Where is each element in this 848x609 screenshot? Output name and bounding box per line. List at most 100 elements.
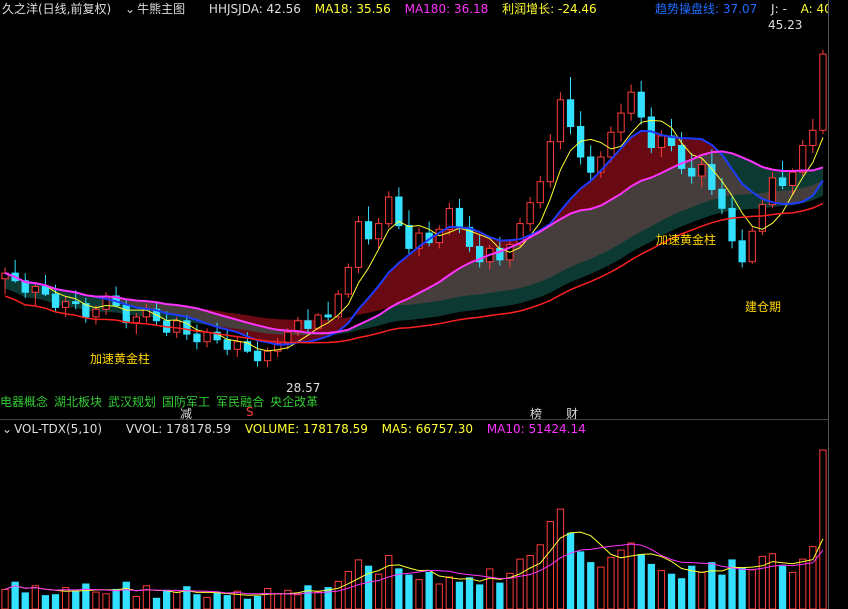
concept-tag[interactable]: 军民融合	[216, 395, 264, 409]
candle[interactable]	[627, 91, 635, 114]
volume-bar[interactable]	[688, 565, 696, 609]
candle[interactable]	[799, 145, 807, 173]
volume-chart[interactable]	[0, 434, 828, 609]
volume-bar[interactable]	[405, 574, 413, 609]
volume-bar[interactable]	[637, 554, 645, 609]
candle[interactable]	[637, 91, 645, 118]
volume-bar[interactable]	[102, 593, 110, 609]
volume-bar[interactable]	[385, 555, 393, 609]
candle[interactable]	[738, 240, 746, 263]
volume-bar[interactable]	[435, 583, 443, 609]
volume-bar[interactable]	[667, 573, 676, 609]
volume-bar[interactable]	[163, 589, 171, 609]
candle[interactable]	[546, 141, 555, 183]
volume-bar[interactable]	[748, 569, 756, 609]
volume-bar[interactable]	[183, 586, 191, 609]
candle[interactable]	[728, 207, 736, 242]
volume-bar[interactable]	[657, 570, 666, 609]
candle[interactable]	[193, 333, 201, 343]
volume-bar[interactable]	[41, 595, 50, 609]
volume-bar[interactable]	[203, 596, 211, 609]
candle[interactable]	[203, 331, 211, 343]
volume-bar[interactable]	[778, 565, 787, 609]
candle[interactable]	[566, 99, 575, 128]
volume-bar[interactable]	[476, 584, 484, 609]
candle[interactable]	[264, 350, 272, 362]
candle[interactable]	[556, 99, 565, 143]
candle[interactable]	[72, 301, 80, 305]
volume-bar[interactable]	[82, 583, 90, 609]
volume-bar[interactable]	[678, 578, 686, 609]
candle[interactable]	[748, 230, 756, 263]
volume-bar[interactable]	[465, 577, 474, 609]
volume-bar[interactable]	[577, 551, 585, 609]
volume-bar[interactable]	[223, 595, 231, 609]
volume-bar[interactable]	[213, 592, 221, 609]
concept-tag[interactable]: 湖北板块	[54, 395, 102, 409]
volume-bar[interactable]	[758, 555, 767, 609]
candle[interactable]	[607, 131, 615, 158]
candle[interactable]	[809, 129, 817, 147]
volume-bar[interactable]	[31, 585, 40, 609]
volume-bar[interactable]	[526, 555, 534, 609]
volume-bar[interactable]	[294, 594, 302, 609]
volume-bar[interactable]	[566, 532, 575, 609]
volume-bar[interactable]	[607, 556, 615, 609]
volume-bar[interactable]	[445, 576, 454, 609]
candle[interactable]	[41, 286, 50, 295]
volume-bar[interactable]	[334, 580, 342, 609]
candle[interactable]	[617, 112, 625, 133]
candle[interactable]	[536, 181, 544, 204]
candle[interactable]	[778, 177, 787, 186]
volume-bar[interactable]	[152, 597, 161, 609]
volume-bar[interactable]	[516, 558, 524, 609]
indicator-selector[interactable]: ⌄ 牛熊主图	[125, 2, 199, 16]
volume-bar[interactable]	[789, 571, 797, 609]
volume-bar[interactable]	[51, 594, 60, 609]
candle[interactable]	[233, 341, 241, 350]
candle[interactable]	[51, 293, 60, 308]
volume-bar[interactable]	[21, 592, 29, 609]
volume-bar[interactable]	[597, 566, 605, 609]
volume-bar[interactable]	[718, 574, 726, 609]
volume-bar[interactable]	[344, 571, 353, 609]
candle[interactable]	[758, 204, 767, 232]
candle[interactable]	[819, 53, 827, 131]
candle[interactable]	[587, 156, 595, 173]
volume-bar[interactable]	[627, 542, 635, 609]
concept-tag[interactable]: 央企改革	[270, 395, 318, 409]
volume-bar[interactable]	[455, 581, 464, 609]
candle[interactable]	[304, 320, 312, 329]
volume-bar[interactable]	[112, 588, 120, 609]
volume-bar[interactable]	[486, 568, 494, 609]
volume-bar[interactable]	[647, 563, 656, 609]
concept-tag[interactable]: 国防军工	[162, 395, 210, 409]
candle[interactable]	[354, 221, 363, 268]
volume-bar[interactable]	[314, 591, 322, 609]
volume-bar[interactable]	[122, 581, 130, 609]
concept-tag[interactable]: 武汉规划	[108, 395, 156, 409]
volume-bar[interactable]	[617, 549, 625, 609]
candle[interactable]	[718, 188, 726, 209]
candle[interactable]	[789, 171, 797, 186]
candle[interactable]	[364, 221, 373, 240]
volume-bar[interactable]	[819, 449, 827, 609]
candle[interactable]	[698, 164, 706, 177]
candle[interactable]	[223, 339, 231, 350]
candle[interactable]	[92, 308, 100, 318]
volume-bar[interactable]	[496, 582, 504, 609]
volume-bar[interactable]	[193, 594, 201, 609]
volume-bar[interactable]	[92, 591, 100, 609]
candle[interactable]	[173, 320, 181, 333]
volume-bar[interactable]	[415, 579, 423, 609]
volume-bar[interactable]	[253, 596, 262, 609]
volume-bar[interactable]	[536, 544, 544, 609]
candle[interactable]	[344, 266, 353, 295]
volume-bar[interactable]	[264, 588, 272, 609]
candle[interactable]	[62, 301, 70, 308]
volume-bar[interactable]	[1, 588, 9, 609]
candle[interactable]	[385, 196, 393, 225]
volume-bar[interactable]	[799, 558, 807, 609]
concept-tag[interactable]: 电器概念	[0, 395, 48, 409]
volume-bar[interactable]	[738, 567, 746, 609]
